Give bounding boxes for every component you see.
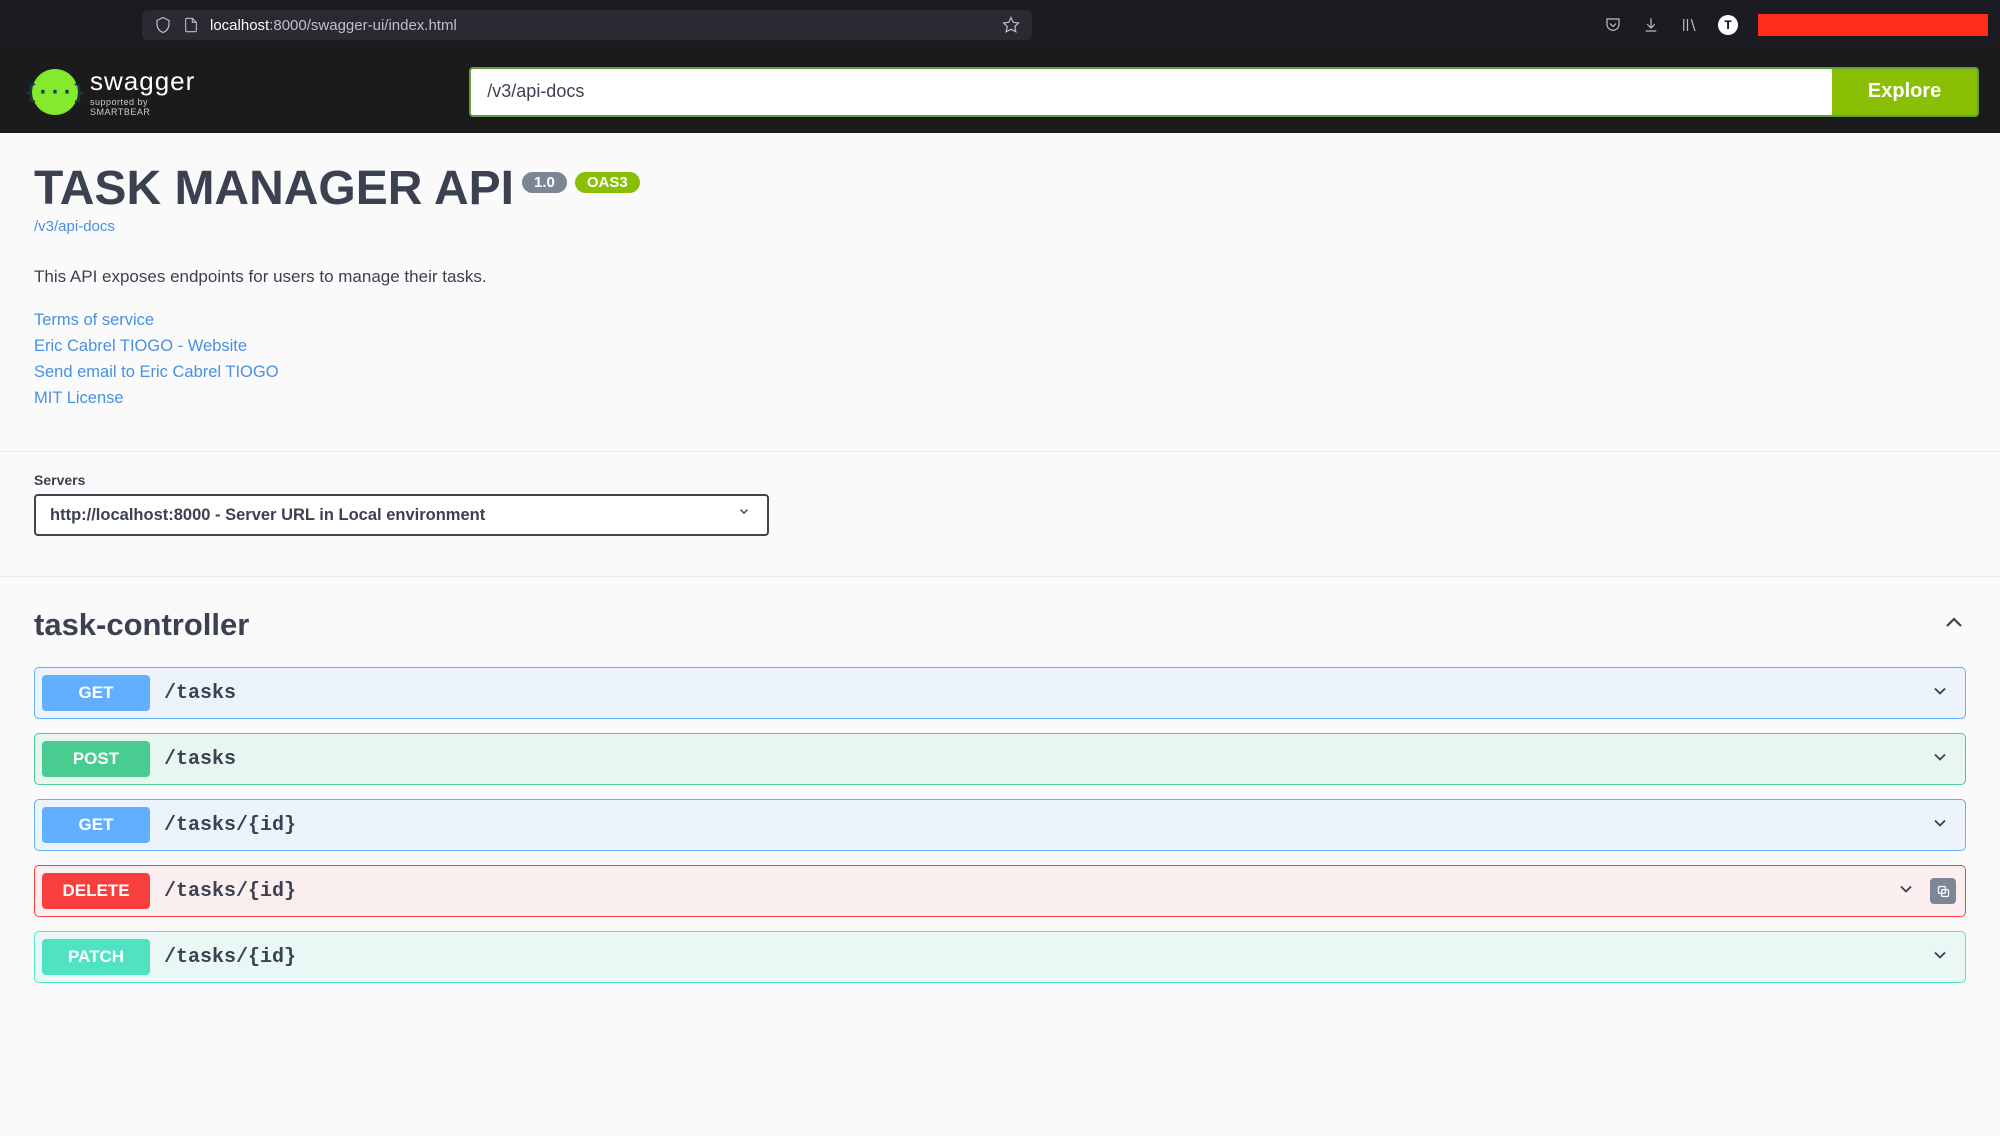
- chevron-down-icon: [1930, 945, 1950, 970]
- op-path: /tasks/{id}: [164, 880, 1896, 903]
- contact-email-link[interactable]: Send email to Eric Cabrel TIOGO: [34, 359, 1966, 385]
- explore-button[interactable]: Explore: [1832, 69, 1977, 115]
- opblock-get-2[interactable]: GET/tasks/{id}: [34, 799, 1966, 851]
- logo-title: swagger: [90, 66, 195, 97]
- copy-icon[interactable]: [1930, 878, 1956, 904]
- method-badge: GET: [42, 807, 150, 843]
- chevron-down-icon: [1896, 879, 1916, 904]
- explore-input[interactable]: [471, 69, 1832, 115]
- document-icon: [182, 16, 200, 34]
- swagger-logo-icon: {···}: [32, 69, 78, 115]
- method-badge: POST: [42, 741, 150, 777]
- info-block: TASK MANAGER API 1.0 OAS3 /v3/api-docs T…: [0, 133, 2000, 451]
- shield-icon: [154, 16, 172, 34]
- chevron-down-icon: [1930, 747, 1950, 772]
- user-avatar-icon[interactable]: T: [1718, 15, 1738, 35]
- version-pill: 1.0: [522, 172, 567, 193]
- tag-header[interactable]: task-controller: [34, 607, 1966, 653]
- op-path: /tasks/{id}: [164, 814, 1930, 837]
- chevron-down-icon: [1930, 813, 1950, 838]
- url-text: localhost:8000/swagger-ui/index.html: [210, 17, 992, 34]
- browser-chrome: localhost:8000/swagger-ui/index.html T: [0, 0, 2000, 50]
- swagger-logo[interactable]: {···} swagger supported by SMARTBEAR: [32, 66, 195, 117]
- op-path: /tasks: [164, 748, 1930, 771]
- chrome-icons-group: T: [1604, 14, 1988, 36]
- opblock-post-1[interactable]: POST/tasks: [34, 733, 1966, 785]
- oas-pill: OAS3: [575, 172, 640, 193]
- op-path: /tasks: [164, 682, 1930, 705]
- swagger-header: {···} swagger supported by SMARTBEAR Exp…: [0, 50, 2000, 133]
- api-title: TASK MANAGER API: [34, 161, 514, 216]
- method-badge: PATCH: [42, 939, 150, 975]
- servers-block: Servers http://localhost:8000 - Server U…: [0, 451, 2000, 576]
- tag-section: task-controller GET/tasksPOST/tasksGET/t…: [0, 576, 2000, 1023]
- pocket-icon[interactable]: [1604, 16, 1622, 34]
- method-badge: GET: [42, 675, 150, 711]
- url-bar[interactable]: localhost:8000/swagger-ui/index.html: [142, 10, 1032, 40]
- api-docs-link[interactable]: /v3/api-docs: [34, 218, 1966, 235]
- api-description: This API exposes endpoints for users to …: [34, 267, 1966, 287]
- servers-label: Servers: [34, 472, 1966, 488]
- redacted-block: [1758, 14, 1988, 36]
- library-icon[interactable]: [1680, 16, 1698, 34]
- op-path: /tasks/{id}: [164, 946, 1930, 969]
- tag-name: task-controller: [34, 607, 249, 643]
- server-select[interactable]: http://localhost:8000 - Server URL in Lo…: [34, 494, 769, 536]
- method-badge: DELETE: [42, 873, 150, 909]
- license-link[interactable]: MIT License: [34, 385, 1966, 411]
- terms-link[interactable]: Terms of service: [34, 307, 1966, 333]
- opblock-delete-3[interactable]: DELETE/tasks/{id}: [34, 865, 1966, 917]
- download-icon[interactable]: [1642, 16, 1660, 34]
- contact-website-link[interactable]: Eric Cabrel TIOGO - Website: [34, 333, 1966, 359]
- opblock-patch-4[interactable]: PATCH/tasks/{id}: [34, 931, 1966, 983]
- explore-group: Explore: [469, 67, 1979, 117]
- chevron-up-icon: [1942, 611, 1966, 640]
- logo-subtitle: supported by SMARTBEAR: [90, 97, 195, 117]
- chevron-down-icon: [1930, 681, 1950, 706]
- bookmark-star-icon[interactable]: [1002, 16, 1020, 34]
- opblock-get-0[interactable]: GET/tasks: [34, 667, 1966, 719]
